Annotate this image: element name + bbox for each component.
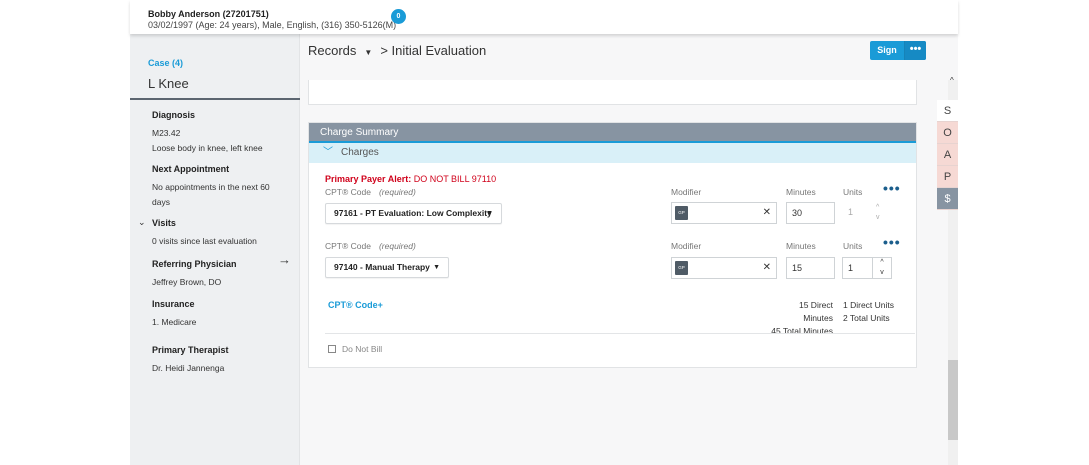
modifier-label: Modifier [671, 241, 702, 251]
chevron-down-icon[interactable]: ⌄ [138, 217, 146, 228]
units-input[interactable]: 1 ^ v [842, 257, 892, 279]
charges-label: Charges [341, 147, 379, 158]
arrow-right-icon[interactable]: → [278, 252, 291, 267]
alert-text: DO NOT BILL 97110 [411, 174, 497, 184]
referring-text: Jeffrey Brown, DO [152, 277, 222, 287]
close-icon[interactable]: ✕ [763, 207, 771, 218]
direct-units: 1 Direct Units [843, 300, 895, 310]
case-label[interactable]: Case (4) [148, 58, 183, 68]
patient-info: 03/02/1997 (Age: 24 years), Male, Englis… [148, 20, 397, 30]
more-options-icon[interactable]: ••• [883, 180, 901, 196]
close-icon[interactable]: ✕ [763, 262, 771, 273]
diagnosis-section: Diagnosis M23.42 Loose body in knee, left … [152, 110, 263, 156]
modifier-tag: GP [675, 206, 688, 220]
units-label: Units [843, 187, 863, 197]
case-sidebar: Case (4) L Knee Diagnosis M23.42 Loose bod… [130, 34, 300, 465]
alert-label: Primary Payer Alert: [325, 174, 412, 184]
visits-text: 0 visits since last evaluation [152, 236, 257, 246]
payer-alert: Primary Payer Alert: DO NOT BILL 97110 [325, 174, 496, 184]
breadcrumb: Records ▼ > Initial Evaluation [308, 43, 486, 58]
caret-down-icon: ▼ [433, 264, 440, 271]
therapist-title: Primary Therapist [152, 345, 229, 355]
modifier-input[interactable]: GP ✕ [671, 257, 777, 279]
breadcrumb-current: > Initial Evaluation [380, 43, 487, 58]
cpt-code-select[interactable]: 97161 - PT Evaluation: Low Complexity ▼ [325, 203, 502, 224]
units-value: 1 [848, 207, 854, 217]
caret-down-icon[interactable]: ▼ [364, 48, 372, 57]
visits-title[interactable]: Visits [152, 218, 257, 228]
tab-s[interactable]: S [937, 100, 958, 122]
total-units: 2 Total Units [843, 313, 890, 323]
units-stepper[interactable]: ^ v [872, 258, 891, 278]
next-appointment-title: Next Appointment [152, 164, 230, 174]
visits-section: Visits 0 visits since last evaluation [152, 218, 257, 249]
sign-button[interactable]: Sign [870, 41, 904, 60]
cpt-code-select[interactable]: 97140 - Manual Therapy ▼ [325, 257, 449, 278]
previous-section-card [308, 80, 917, 105]
app: Bobby Anderson (27201751) 03/02/1997 (Ag… [130, 0, 958, 465]
modifier-input[interactable]: GP ✕ [671, 202, 777, 224]
units-stepper[interactable]: ^ v [876, 203, 880, 223]
minutes-label: Minutes [786, 187, 816, 197]
direct-minutes: 15 Direct Minutes [798, 300, 833, 323]
notification-badge[interactable]: 0 [391, 9, 406, 24]
sign-button-group: Sign ••• [870, 41, 926, 60]
add-cpt-code-link[interactable]: CPT® Code+ [328, 300, 383, 310]
modifier-tag: GP [675, 261, 688, 275]
divider [325, 333, 915, 334]
divider [130, 98, 300, 100]
units-label: Units [843, 241, 863, 251]
modifier-label: Modifier [671, 187, 702, 197]
scroll-up-icon[interactable]: ^ [950, 76, 954, 85]
insurance-title: Insurance [152, 299, 195, 309]
do-not-bill-checkbox[interactable] [328, 345, 336, 353]
referring-section: Referring Physician Jeffrey Brown, DO [152, 259, 237, 290]
diagnosis-title: Diagnosis [152, 110, 196, 120]
therapist-text: Dr. Heidi Jannenga [152, 363, 225, 373]
charge-summary-card: Charge Summary ﹀ Charges Primary Payer Al… [308, 122, 917, 368]
tab-p[interactable]: P [937, 166, 958, 188]
diagnosis-code: M23.42 [152, 128, 181, 138]
next-appointment-section: Next Appointment No appointments in the n… [152, 164, 287, 210]
cpt-label: CPT® Code (required) [325, 241, 416, 251]
breadcrumb-records[interactable]: Records [308, 43, 356, 58]
charge-summary-header: Charge Summary [309, 123, 916, 143]
tab-a[interactable]: A [937, 144, 958, 166]
patient-header: Bobby Anderson (27201751) 03/02/1997 (Ag… [130, 0, 958, 34]
cpt-label: CPT® Code (required) [325, 187, 416, 197]
soap-tabs: S O A P $ [937, 100, 958, 210]
diagnosis-desc: Loose body in knee, left knee [152, 143, 263, 153]
referring-title: Referring Physician [152, 259, 237, 269]
scrollbar-thumb[interactable] [948, 360, 958, 440]
caret-down-icon: ▼ [486, 210, 493, 217]
therapist-section: Primary Therapist Dr. Heidi Jannenga [152, 345, 229, 376]
minutes-label: Minutes [786, 241, 816, 251]
insurance-text: 1. Medicare [152, 317, 197, 327]
total-minutes: 45 Total Minutes [771, 326, 833, 336]
case-name: L Knee [148, 76, 189, 91]
tab-o[interactable]: O [937, 122, 958, 144]
more-options-icon[interactable]: ••• [883, 234, 901, 250]
minutes-input[interactable]: 15 [786, 257, 835, 279]
patient-name[interactable]: Bobby Anderson (27201751) [148, 9, 269, 19]
next-appointment-text: No appointments in the next 60 days [152, 182, 270, 207]
more-options-icon[interactable]: ••• [904, 41, 926, 60]
do-not-bill-label: Do Not Bill [342, 344, 383, 354]
units-summary: 1 Direct Units 2 Total Units [843, 299, 894, 325]
chevron-down-icon: ﹀ [323, 147, 333, 158]
charges-toggle[interactable]: ﹀ Charges [309, 143, 916, 163]
minutes-input[interactable]: 30 [786, 202, 835, 224]
tab-billing[interactable]: $ [937, 188, 958, 210]
insurance-section: Insurance 1. Medicare [152, 299, 196, 330]
